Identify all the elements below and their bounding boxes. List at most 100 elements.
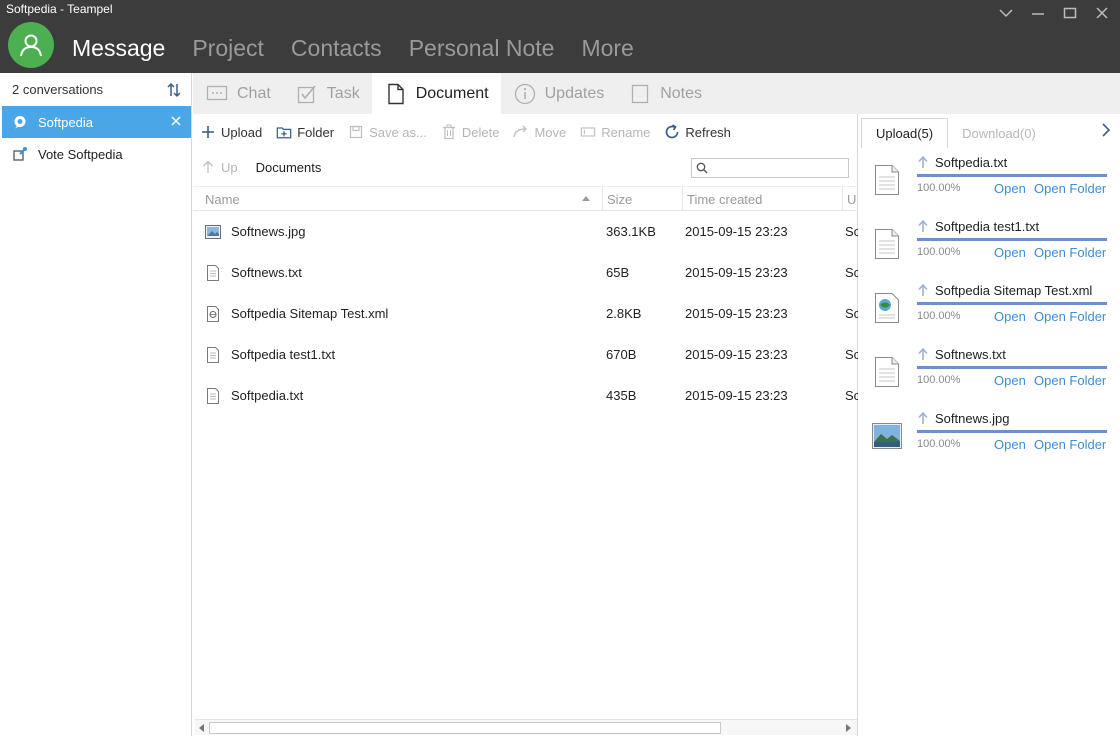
table-row[interactable]: Softnews.jpg 363.1KB 2015-09-15 23:23 Sc [193, 211, 858, 252]
collapse-button[interactable] [994, 4, 1018, 22]
delete-label: Delete [461, 124, 500, 140]
open-folder-link[interactable]: Open Folder [1034, 181, 1106, 196]
scroll-right-button[interactable] [841, 721, 855, 735]
open-folder-link[interactable]: Open Folder [1034, 373, 1106, 388]
table-row[interactable]: Softpedia.txt 435B 2015-09-15 23:23 Sc [193, 375, 858, 416]
table-row[interactable]: Softpedia test1.txt 670B 2015-09-15 23:2… [193, 334, 858, 375]
progress-fill [917, 238, 1107, 241]
nav-contacts[interactable]: Contacts [291, 31, 382, 65]
save-as-button[interactable]: Save as... [348, 124, 427, 140]
maximize-button[interactable] [1058, 4, 1082, 22]
open-link[interactable]: Open [994, 437, 1026, 452]
table-row[interactable]: Softnews.txt 65B 2015-09-15 23:23 Sc [193, 252, 858, 293]
file-uploader: Sc [845, 388, 858, 403]
tab-label: Document [415, 84, 489, 102]
progress-fill [917, 430, 1107, 433]
transfer-file-name: Softpedia Sitemap Test.xml [935, 283, 1093, 298]
image-file-icon [205, 224, 221, 240]
column-header-time[interactable]: Time created [682, 187, 842, 211]
maximize-icon [1063, 7, 1077, 19]
conversation-count: 2 conversations [12, 82, 104, 97]
open-link[interactable]: Open [994, 373, 1026, 388]
refresh-button[interactable]: Refresh [664, 124, 731, 140]
scrollbar-thumb[interactable] [209, 722, 721, 734]
tab-document[interactable]: Document [371, 73, 501, 114]
tab-task[interactable]: Task [283, 73, 372, 114]
open-folder-link[interactable]: Open Folder [1034, 245, 1106, 260]
breadcrumb[interactable]: Documents [256, 160, 322, 175]
xml-file-icon [871, 292, 903, 324]
tab-download[interactable]: Download(0) [948, 118, 1050, 148]
file-name: Softpedia Sitemap Test.xml [231, 306, 389, 321]
notes-icon [628, 82, 652, 106]
info-icon [513, 82, 537, 106]
upload-button[interactable]: Upload [200, 124, 262, 140]
tab-upload[interactable]: Upload(5) [861, 118, 949, 148]
conversation-item-softpedia[interactable]: Softpedia [2, 106, 191, 138]
next-tab-button[interactable] [1102, 123, 1111, 142]
close-conversation-button[interactable] [169, 114, 183, 128]
nav-project[interactable]: Project [192, 31, 264, 65]
nav-message[interactable]: Message [72, 31, 165, 65]
up-label: Up [221, 159, 238, 175]
save-as-label: Save as... [369, 124, 427, 140]
search-icon [696, 162, 708, 174]
up-button[interactable]: Up [201, 159, 238, 175]
nav-personal-note[interactable]: Personal Note [409, 31, 555, 65]
upload-arrow-icon [918, 219, 928, 232]
progress-fill [917, 174, 1107, 177]
file-uploader: Sc [845, 306, 858, 321]
user-icon [20, 34, 42, 57]
conversation-label: Vote Softpedia [38, 146, 123, 162]
transfer-item: Softnews.txt 100.00% Open Open Folder [859, 342, 1120, 406]
search-input[interactable] [712, 160, 842, 176]
sort-button[interactable] [163, 79, 185, 101]
folder-add-icon [276, 124, 292, 140]
close-icon [171, 116, 181, 126]
tab-label: Updates [544, 84, 605, 102]
file-name: Softnews.jpg [231, 224, 306, 239]
column-header-uploader[interactable]: U [842, 187, 858, 211]
text-file-icon [871, 228, 903, 260]
search-box[interactable] [691, 158, 849, 178]
conversation-sidebar: 2 conversations Softpedia Vote Softpedia [2, 73, 192, 736]
transfer-file-name: Softpedia test1.txt [935, 219, 1040, 234]
delete-button[interactable]: Delete [441, 124, 500, 140]
file-size: 670B [606, 347, 637, 362]
close-window-button[interactable] [1090, 4, 1114, 22]
document-toolbar: Upload Folder Save as... Delete Move Ren… [193, 114, 857, 150]
open-folder-link[interactable]: Open Folder [1034, 309, 1106, 324]
document-icon [384, 82, 408, 106]
transfer-percent: 100.00% [917, 182, 961, 194]
document-panel: Upload Folder Save as... Delete Move Ren… [193, 114, 858, 736]
transfer-file-name: Softnews.txt [935, 347, 1006, 362]
progress-fill [917, 366, 1107, 369]
text-file-icon [205, 387, 221, 404]
file-table-header: Name Size Time created U [193, 186, 858, 211]
progress-bar [917, 174, 1107, 177]
open-link[interactable]: Open [994, 181, 1026, 196]
tab-chat[interactable]: Chat [193, 73, 283, 114]
column-header-name[interactable]: Name [201, 187, 601, 211]
tab-notes[interactable]: Notes [616, 73, 714, 114]
horizontal-scrollbar[interactable] [195, 719, 857, 735]
avatar[interactable] [8, 22, 54, 68]
arrow-up-icon [201, 159, 215, 175]
table-row[interactable]: Softpedia Sitemap Test.xml 2.8KB 2015-09… [193, 293, 858, 334]
file-size: 435B [606, 388, 637, 403]
rename-button[interactable]: Rename [580, 124, 650, 140]
open-folder-link[interactable]: Open Folder [1034, 437, 1106, 452]
conversation-item-vote-softpedia[interactable]: Vote Softpedia [2, 138, 191, 170]
minimize-button[interactable] [1026, 4, 1050, 22]
nav-more[interactable]: More [581, 31, 633, 65]
file-size: 363.1KB [606, 224, 656, 239]
open-link[interactable]: Open [994, 245, 1026, 260]
new-folder-button[interactable]: Folder [276, 124, 334, 140]
column-header-size[interactable]: Size [602, 187, 682, 211]
move-button[interactable]: Move [513, 124, 566, 140]
scroll-left-button[interactable] [195, 721, 209, 735]
tab-updates[interactable]: Updates [501, 73, 617, 114]
open-link[interactable]: Open [994, 309, 1026, 324]
progress-bar [917, 302, 1107, 305]
conversation-list-header: 2 conversations [2, 73, 191, 106]
